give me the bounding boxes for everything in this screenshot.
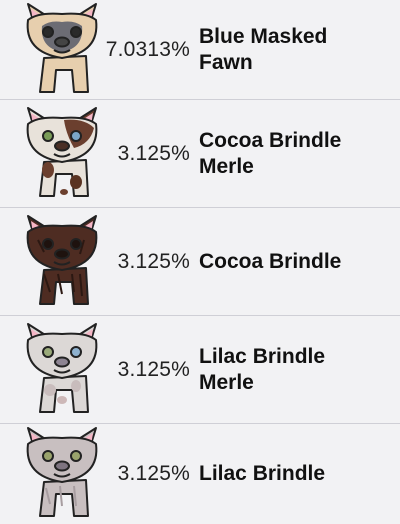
list-item[interactable]: 3.125% Lilac Brindle Merle xyxy=(0,316,400,424)
percentage-label: 3.125% xyxy=(117,249,190,273)
percentage-label: 3.125% xyxy=(117,141,190,165)
coat-probability-list: 7.0313% Blue Masked Fawn 3.125% Cocoa Br… xyxy=(0,0,400,524)
coat-name: Cocoa Brindle xyxy=(199,249,342,273)
coat-name: Cocoa Brindle Merle xyxy=(199,128,342,178)
list-item[interactable]: 3.125% Cocoa Brindle xyxy=(0,208,400,316)
french-bulldog-lilac-brindle-icon xyxy=(26,427,98,517)
coat-name: Lilac Brindle xyxy=(199,462,326,485)
coat-name: Lilac Brindle Merle xyxy=(199,344,326,394)
french-bulldog-blue-masked-fawn-icon xyxy=(26,2,98,93)
french-bulldog-cocoa-brindle-merle-icon xyxy=(26,106,98,197)
percentage-label: 7.0313% xyxy=(105,37,190,61)
french-bulldog-cocoa-brindle-icon xyxy=(26,214,98,305)
percentage-label: 3.125% xyxy=(117,357,190,381)
french-bulldog-lilac-brindle-merle-icon xyxy=(26,322,98,413)
percentage-label: 3.125% xyxy=(117,462,190,485)
list-item[interactable]: 3.125% Lilac Brindle xyxy=(0,424,400,524)
list-item[interactable]: 7.0313% Blue Masked Fawn xyxy=(0,0,400,100)
coat-name: Blue Masked Fawn xyxy=(199,24,328,74)
list-item[interactable]: 3.125% Cocoa Brindle Merle xyxy=(0,100,400,208)
